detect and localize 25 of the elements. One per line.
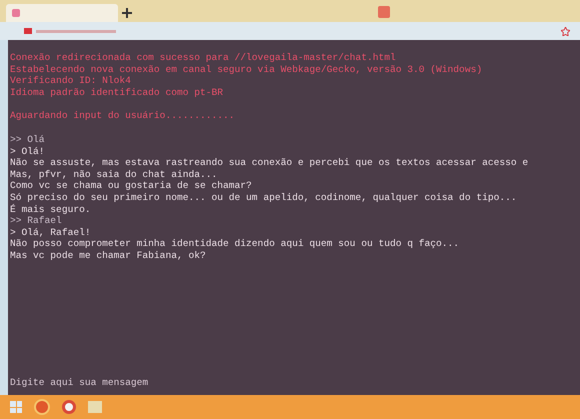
terminal-line: >> Olá bbox=[10, 134, 45, 146]
terminal-line: É mais seguro. bbox=[10, 204, 91, 216]
terminal-line: Aguardando input do usuário............ bbox=[10, 110, 235, 122]
page-icon bbox=[12, 9, 20, 17]
terminal-line: Só preciso do seu primeiro nome... ou de um apelido, codinome, qualquer coisa do tipo... bbox=[10, 192, 517, 204]
terminal-line: Não posso comprometer minha identidade dizendo aqui quem sou ou tudo q faço... bbox=[10, 238, 460, 250]
extension-icon[interactable] bbox=[378, 6, 390, 18]
terminal-line: > Olá! bbox=[10, 146, 45, 158]
terminal-line: > Olá, Rafael! bbox=[10, 226, 91, 238]
terminal-line: Mas vc pode me chamar Fabiana, ok? bbox=[10, 250, 206, 262]
terminal-line: Como vc se chama ou gostaria de se chamar? bbox=[10, 180, 252, 192]
terminal-line: Verificando ID: Nlok4 bbox=[10, 75, 131, 87]
bookmark-icon[interactable] bbox=[561, 26, 570, 36]
terminal-line: Conexão redirecionada com sucesso para //lovegaila-master/chat.html bbox=[10, 52, 396, 64]
terminal-line: Idioma padrão identificado como pt-BR bbox=[10, 86, 224, 98]
new-tab-icon[interactable] bbox=[122, 8, 132, 18]
message-input[interactable]: Digite aqui sua mensagem bbox=[10, 377, 310, 389]
terminal-line: Não se assuste, mas estava rastreando sua conexão e percebi que os textos acessar acesso e bbox=[10, 157, 528, 169]
browser-icon[interactable] bbox=[62, 400, 76, 414]
site-icon bbox=[24, 28, 32, 34]
terminal-line: Estabelecendo nova conexão em canal seguro via Webkage/Gecko, versão 3.0 (Windows) bbox=[10, 64, 482, 76]
terminal-line: Mas, pfvr, não saia do chat ainda... bbox=[10, 168, 218, 180]
terminal-line: >> Rafael bbox=[10, 215, 62, 227]
windows-icon[interactable] bbox=[10, 401, 22, 413]
browser-icon[interactable] bbox=[34, 399, 50, 415]
